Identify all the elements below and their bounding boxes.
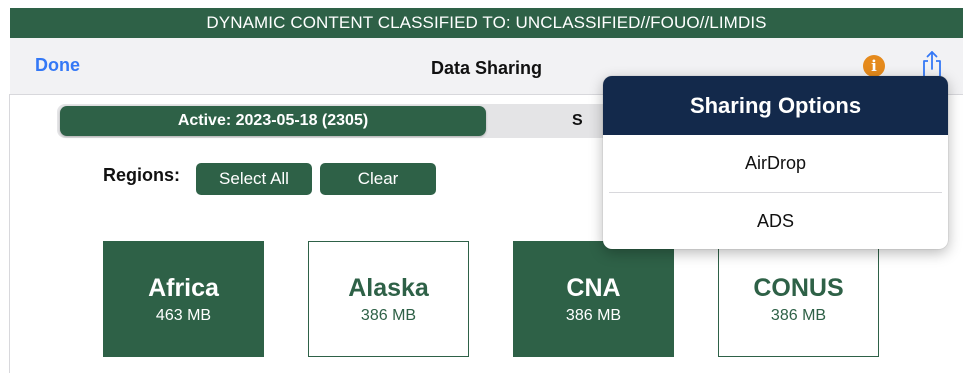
- region-size: 386 MB: [770, 307, 827, 324]
- info-icon[interactable]: i: [863, 55, 885, 77]
- ads-option[interactable]: ADS: [603, 193, 948, 249]
- region-name: Alaska: [348, 274, 429, 302]
- region-size: 386 MB: [565, 307, 622, 324]
- select-all-button[interactable]: Select All: [196, 163, 312, 195]
- region-tile-conus[interactable]: CONUS 386 MB: [718, 241, 879, 357]
- region-name: Africa: [148, 274, 219, 302]
- app-frame: DYNAMIC CONTENT CLASSIFIED TO: UNCLASSIF…: [0, 0, 963, 373]
- region-name: CNA: [566, 274, 621, 302]
- region-size: 386 MB: [360, 307, 417, 324]
- segment-active-date[interactable]: Active: 2023-05-18 (2305): [60, 106, 486, 136]
- airdrop-option[interactable]: AirDrop: [603, 135, 948, 192]
- region-tile-cna[interactable]: CNA 386 MB: [513, 241, 674, 357]
- region-tile-alaska[interactable]: Alaska 386 MB: [308, 241, 469, 357]
- popover-title: Sharing Options: [603, 76, 948, 135]
- region-size: 463 MB: [155, 307, 212, 324]
- classification-banner: DYNAMIC CONTENT CLASSIFIED TO: UNCLASSIF…: [10, 8, 963, 38]
- region-tile-africa[interactable]: Africa 463 MB: [103, 241, 264, 357]
- sharing-options-popover: Sharing Options AirDrop ADS: [603, 76, 948, 249]
- segment-other-option[interactable]: S: [572, 106, 583, 136]
- region-name: CONUS: [753, 274, 844, 302]
- regions-label: Regions:: [103, 165, 181, 185]
- content-left-border: [9, 94, 10, 373]
- clear-button[interactable]: Clear: [320, 163, 436, 195]
